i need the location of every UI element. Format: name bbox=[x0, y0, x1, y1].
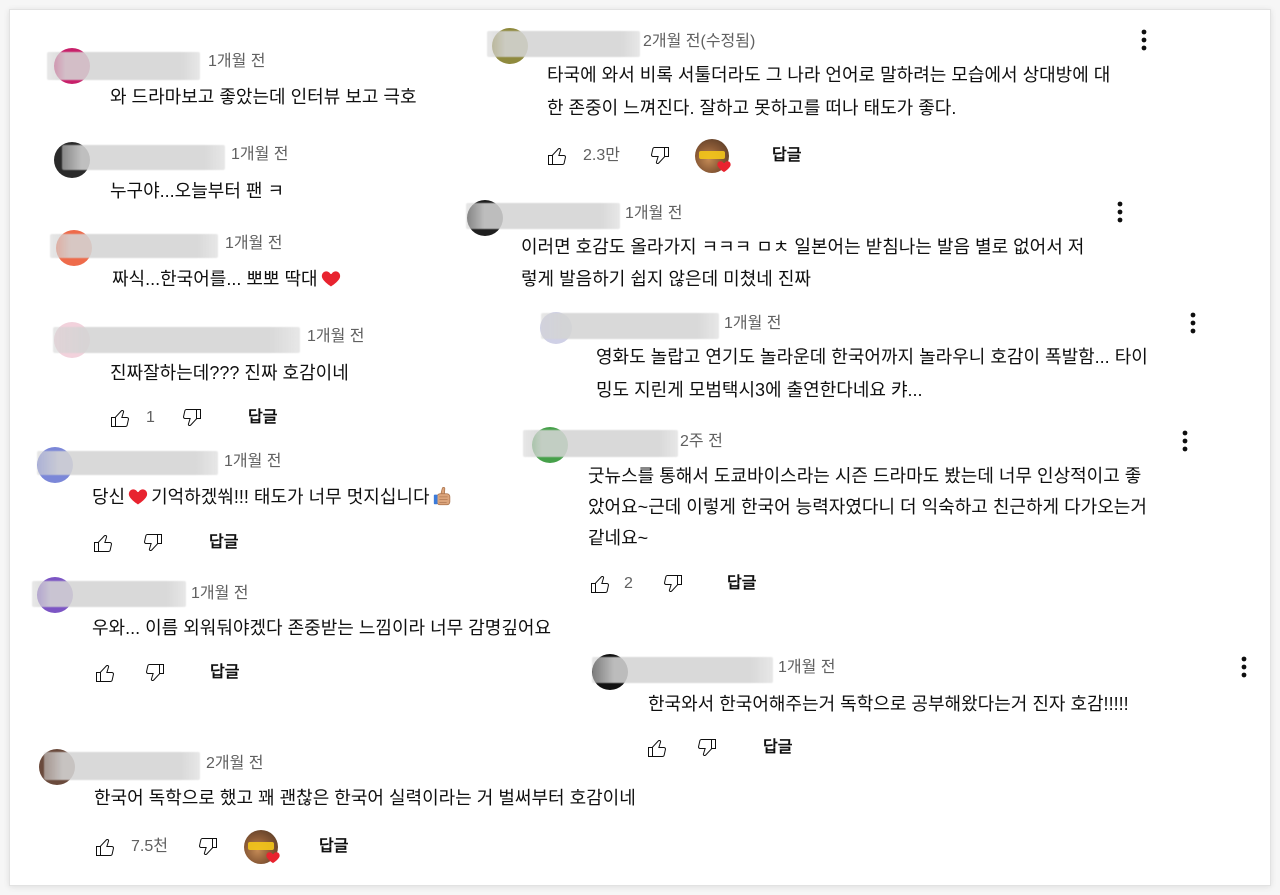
more-actions-icon[interactable] bbox=[1117, 201, 1123, 223]
like-button[interactable] bbox=[588, 572, 612, 596]
reply-button[interactable]: 답글 bbox=[772, 145, 801, 167]
thumbs-up-icon bbox=[645, 736, 669, 760]
comment-text-line: 이러면 호감도 올라가지 ㅋㅋㅋ ㅁㅊ 일본어는 받침나는 발음 별로 없어서 … bbox=[521, 237, 1085, 257]
more-actions-icon[interactable] bbox=[1190, 312, 1196, 334]
comment-timestamp[interactable]: 1개월 전 bbox=[724, 313, 782, 335]
author-name-redacted bbox=[541, 313, 719, 339]
comment-timestamp[interactable]: 2주 전 bbox=[680, 431, 723, 453]
like-button[interactable] bbox=[545, 144, 569, 168]
comment-timestamp[interactable]: 1개월 전 bbox=[778, 657, 836, 679]
thumbs-down-icon bbox=[661, 572, 685, 596]
comment-text-line: 았어요~근데 이렇게 한국어 능력자였다니 더 익숙하고 친근하게 다가오는거 bbox=[588, 497, 1147, 517]
comment-text-line: 한 존중이 느껴진다. 잘하고 못하고를 떠나 태도가 좋다. bbox=[547, 98, 957, 118]
thumbs-up-icon bbox=[545, 144, 569, 168]
more-actions-icon[interactable] bbox=[1182, 430, 1188, 452]
like-count: 2.3만 bbox=[583, 147, 620, 164]
heart-icon bbox=[716, 158, 732, 174]
comment-text-line: 렇게 발음하기 쉽지 않은데 미쳤네 진짜 bbox=[521, 269, 811, 289]
comment-text: 굿뉴스를 통해서 도쿄바이스라는 시즌 드라마도 봤는데 너무 인상적이고 좋 … bbox=[588, 461, 1147, 554]
author-name-redacted bbox=[487, 31, 640, 57]
comment-text-line: 영화도 놀랍고 연기도 놀라운데 한국어까지 놀라우니 호감이 폭발함... 타… bbox=[596, 347, 1148, 367]
reply-button[interactable]: 답글 bbox=[763, 737, 792, 759]
creator-heart-badge bbox=[695, 139, 729, 173]
comment-text-line: 타국에 와서 비록 서툴더라도 그 나라 언어로 말하려는 모습에서 상대방에 … bbox=[547, 65, 1111, 85]
comment-text: 한국와서 한국어해주는거 독학으로 공부해왔다는거 진자 호감!!!!! bbox=[648, 694, 1129, 714]
thumbs-down-icon bbox=[648, 144, 672, 168]
reply-button[interactable]: 답글 bbox=[727, 573, 756, 595]
comments-right-column: 2개월 전(수정됨) 타국에 와서 비록 서툴더라도 그 나라 언어로 말하려는… bbox=[0, 0, 1280, 895]
dislike-button[interactable] bbox=[661, 572, 685, 596]
more-actions-icon[interactable] bbox=[1141, 29, 1147, 51]
like-button[interactable] bbox=[645, 736, 669, 760]
comment-text: 영화도 놀랍고 연기도 놀라운데 한국어까지 놀라우니 호감이 폭발함... 타… bbox=[596, 341, 1148, 407]
like-count: 2 bbox=[624, 575, 633, 592]
author-name-redacted bbox=[523, 430, 678, 457]
comment-timestamp[interactable]: 1개월 전 bbox=[625, 203, 683, 225]
comment-text-line: 굿뉴스를 통해서 도쿄바이스라는 시즌 드라마도 봤는데 너무 인상적이고 좋 bbox=[588, 466, 1142, 486]
dislike-button[interactable] bbox=[695, 736, 719, 760]
thumbs-down-icon bbox=[695, 736, 719, 760]
author-name-redacted bbox=[592, 657, 773, 683]
comment-timestamp[interactable]: 2개월 전(수정됨) bbox=[643, 31, 755, 53]
comment-text: 타국에 와서 비록 서툴더라도 그 나라 언어로 말하려는 모습에서 상대방에 … bbox=[547, 59, 1110, 125]
dislike-button[interactable] bbox=[648, 144, 672, 168]
comment-text: 이러면 호감도 올라가지 ㅋㅋㅋ ㅁㅊ 일본어는 받침나는 발음 별로 없어서 … bbox=[521, 231, 1084, 295]
comment-text-line: 같네요~ bbox=[588, 528, 649, 548]
thumbs-up-icon bbox=[588, 572, 612, 596]
comment-text-line: 밍도 지린게 모범택시3에 출연한다네요 캬... bbox=[596, 380, 923, 400]
author-name-redacted bbox=[466, 203, 620, 229]
more-actions-icon[interactable] bbox=[1241, 656, 1247, 678]
